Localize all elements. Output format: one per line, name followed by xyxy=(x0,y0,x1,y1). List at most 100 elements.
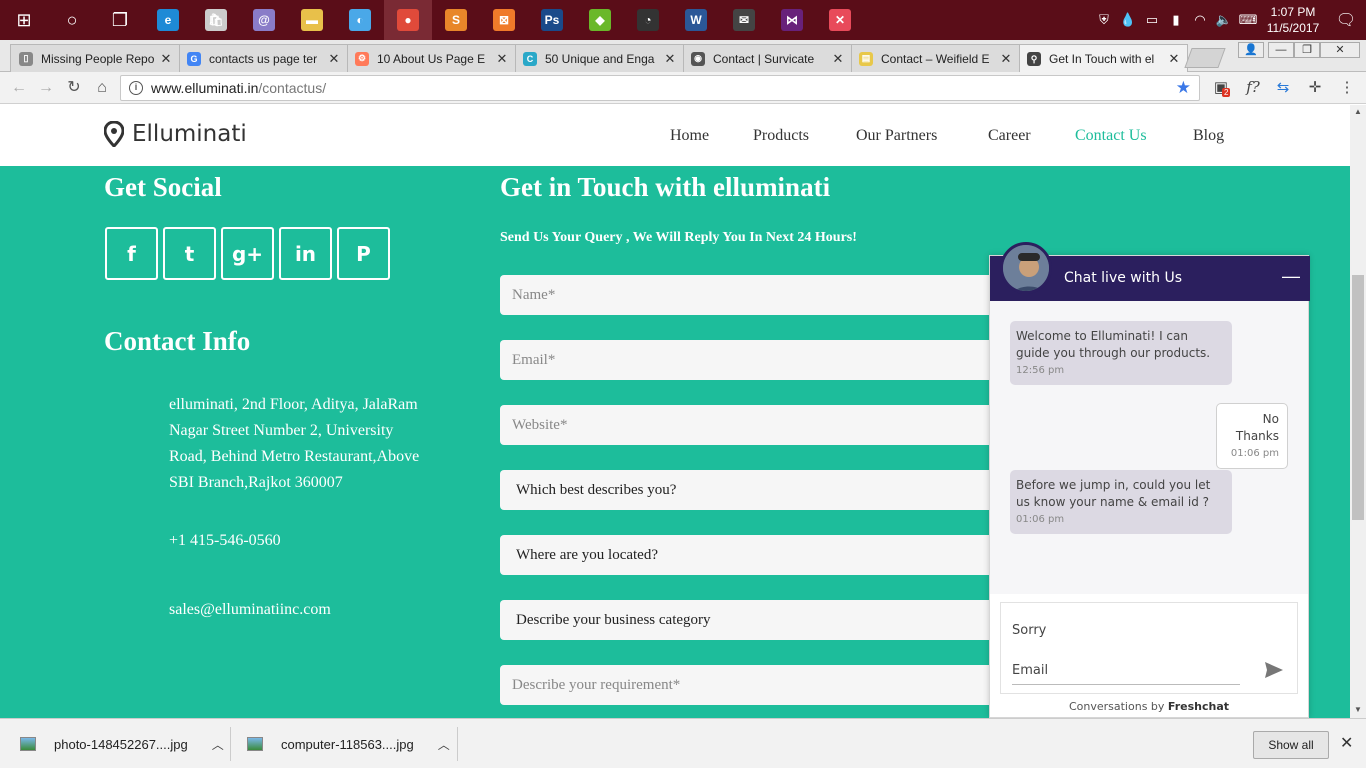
forward-arrow-icon[interactable]: → xyxy=(35,77,57,99)
phone-number[interactable]: +1 415-546-0560 xyxy=(169,528,281,554)
location-select[interactable]: Where are you located? xyxy=(500,535,1020,575)
chevron-up-icon[interactable]: ︿ xyxy=(438,736,450,753)
windows-start-icon[interactable]: ⊞ xyxy=(0,0,48,40)
bookmark-star-icon[interactable]: ★ xyxy=(1176,78,1191,98)
new-tab-button[interactable] xyxy=(1184,48,1226,68)
address-bar[interactable]: i www.elluminati.in/contactus/ ★ xyxy=(120,75,1200,101)
tab-close-icon[interactable]: ✕ xyxy=(327,51,341,67)
xamarin-icon[interactable]: ✕ xyxy=(816,0,864,40)
maximize-button[interactable]: ❐ xyxy=(1294,42,1320,58)
browser-tab[interactable]: ◉ Contact | Survicate ✕ xyxy=(682,44,852,72)
visual-studio-icon[interactable]: ⋈ xyxy=(768,0,816,40)
info-icon[interactable]: i xyxy=(129,81,143,95)
close-icon[interactable]: ✕ xyxy=(1340,733,1353,753)
tab-close-icon[interactable]: ✕ xyxy=(999,51,1013,67)
send-icon[interactable] xyxy=(1263,659,1285,681)
email-field[interactable]: Email* xyxy=(500,340,1020,380)
requirement-field[interactable]: Describe your requirement* xyxy=(500,665,1020,705)
chat-header[interactable]: Chat live with Us — xyxy=(990,242,1310,301)
system-clock[interactable]: 1:07 PM 11/5/2017 xyxy=(1260,4,1326,36)
menu-item-career[interactable]: Career xyxy=(988,127,1031,145)
chrome-menu-icon[interactable]: ⋮ xyxy=(1336,78,1358,98)
font-finder-icon[interactable]: f? xyxy=(1242,78,1264,98)
tab-close-icon[interactable]: ✕ xyxy=(159,51,173,67)
browser-tab[interactable]: ⚙ 10 About Us Page E ✕ xyxy=(346,44,516,72)
tab-close-icon[interactable]: ✕ xyxy=(663,51,677,67)
system-tray: ⛨ 💧 ▭ ▮ ◠ 🔈 ⌨ 1:07 PM 11/5/2017 🗨 xyxy=(1092,0,1366,40)
home-icon[interactable]: ⌂ xyxy=(91,77,113,99)
chat-title: Chat live with Us xyxy=(1064,270,1182,286)
minimize-button[interactable]: — xyxy=(1268,42,1294,58)
drop-icon[interactable]: 💧 xyxy=(1116,12,1140,28)
xampp-icon[interactable]: ⊠ xyxy=(480,0,528,40)
browser-tab[interactable]: ▤ Contact – Weifield E ✕ xyxy=(850,44,1020,72)
profile-button[interactable]: 👤 xyxy=(1238,42,1264,58)
google-plus-icon[interactable]: g+ xyxy=(221,227,274,280)
chat-message-input[interactable]: Sorry xyxy=(1012,623,1046,638)
minimize-icon[interactable]: — xyxy=(1282,266,1300,287)
edge-browser-icon[interactable]: e xyxy=(144,0,192,40)
gem-app-icon[interactable]: ◆ xyxy=(576,0,624,40)
name-field[interactable]: Name* xyxy=(500,275,1020,315)
footer-prefix: Conversations by xyxy=(1068,700,1165,713)
menu-item-blog[interactable]: Blog xyxy=(1193,127,1224,145)
message-time: 12:56 pm xyxy=(1016,365,1065,376)
wifi-icon[interactable]: ◠ xyxy=(1188,12,1212,28)
back-arrow-icon[interactable]: ← xyxy=(8,77,30,99)
site-logo[interactable]: Elluminati xyxy=(104,121,247,147)
contact-email-link[interactable]: sales@elluminatiinc.com xyxy=(169,597,331,623)
photoshop-icon[interactable]: Ps xyxy=(528,0,576,40)
browser-tab[interactable]: Gcontacts us page ter ✕ xyxy=(178,44,348,72)
file-explorer-icon[interactable]: ▬ xyxy=(288,0,336,40)
action-center-icon[interactable]: 🗨 xyxy=(1326,10,1366,30)
task-view-icon[interactable]: ❐ xyxy=(96,0,144,40)
describes-you-select[interactable]: Which best describes you? xyxy=(500,470,1020,510)
close-window-button[interactable]: ✕ xyxy=(1320,42,1360,58)
pinterest-icon[interactable]: P xyxy=(337,227,390,280)
photo-app-icon[interactable]: ◐ xyxy=(336,0,384,40)
move-cross-icon[interactable]: ✛ xyxy=(1304,78,1326,98)
website-field[interactable]: Website* xyxy=(500,405,1020,445)
shield-icon[interactable]: ⛨ xyxy=(1092,12,1116,28)
browser-tab[interactable]: C 50 Unique and Enga ✕ xyxy=(514,44,684,72)
word-icon[interactable]: W xyxy=(672,0,720,40)
edge-browser-icon-glyph: e xyxy=(157,9,179,31)
monitor-icon[interactable]: ▭ xyxy=(1140,12,1164,28)
menu-item-products[interactable]: Products xyxy=(753,127,809,145)
menu-item-home[interactable]: Home xyxy=(670,127,709,145)
mail-icon[interactable]: ✉ xyxy=(720,0,768,40)
chrome-icon[interactable]: ● xyxy=(384,0,432,40)
page-scrollbar[interactable]: ▲ ▼ xyxy=(1350,105,1366,718)
download-item[interactable]: computer-118563....jpg ︿ xyxy=(247,719,450,768)
menu-item-contact-us[interactable]: Contact Us xyxy=(1075,127,1147,145)
show-all-button[interactable]: Show all xyxy=(1253,731,1329,759)
chevron-up-icon[interactable]: ︿ xyxy=(212,736,224,753)
volume-icon[interactable]: 🔈 xyxy=(1212,12,1236,28)
tab-close-icon[interactable]: ✕ xyxy=(1167,51,1181,67)
linkedin-icon[interactable]: in xyxy=(279,227,332,280)
tab-close-icon[interactable]: ✕ xyxy=(831,51,845,67)
sync-arrows-icon[interactable]: ⇆ xyxy=(1272,78,1294,98)
cortana-search-icon[interactable]: ○ xyxy=(48,0,96,40)
business-category-select[interactable]: Describe your business category xyxy=(500,600,1020,640)
menu-item-our-partners[interactable]: Our Partners xyxy=(856,127,937,145)
sublime-text-icon[interactable]: S xyxy=(432,0,480,40)
keyboard-icon[interactable]: ⌨ xyxy=(1236,12,1260,28)
chat-email-input[interactable]: Email xyxy=(1012,661,1240,685)
extension-icon[interactable]: ▣ 2 xyxy=(1210,78,1232,98)
download-item[interactable]: photo-148452267....jpg ︿ xyxy=(20,719,224,768)
spiral-app-icon[interactable]: @ xyxy=(240,0,288,40)
browser-tab[interactable]: ⚲ Get In Touch with el ✕ xyxy=(1018,44,1188,73)
tab-close-icon[interactable]: ✕ xyxy=(495,51,509,67)
battery-icon[interactable]: ▮ xyxy=(1164,12,1188,28)
facebook-icon[interactable]: f xyxy=(105,227,158,280)
store-icon[interactable]: 🛍 xyxy=(192,0,240,40)
footer-brand[interactable]: Freshchat xyxy=(1168,700,1229,713)
scrollbar-thumb[interactable] xyxy=(1352,275,1364,520)
scroll-down-arrow-icon[interactable]: ▼ xyxy=(1350,705,1366,714)
scroll-up-arrow-icon[interactable]: ▲ xyxy=(1350,107,1366,116)
reload-icon[interactable]: ↻ xyxy=(63,77,85,99)
twitter-icon[interactable]: t xyxy=(163,227,216,280)
browser-tab[interactable]: ▯ Missing People Repo ✕ xyxy=(10,44,180,72)
speed-dial-icon[interactable]: ◔ xyxy=(624,0,672,40)
